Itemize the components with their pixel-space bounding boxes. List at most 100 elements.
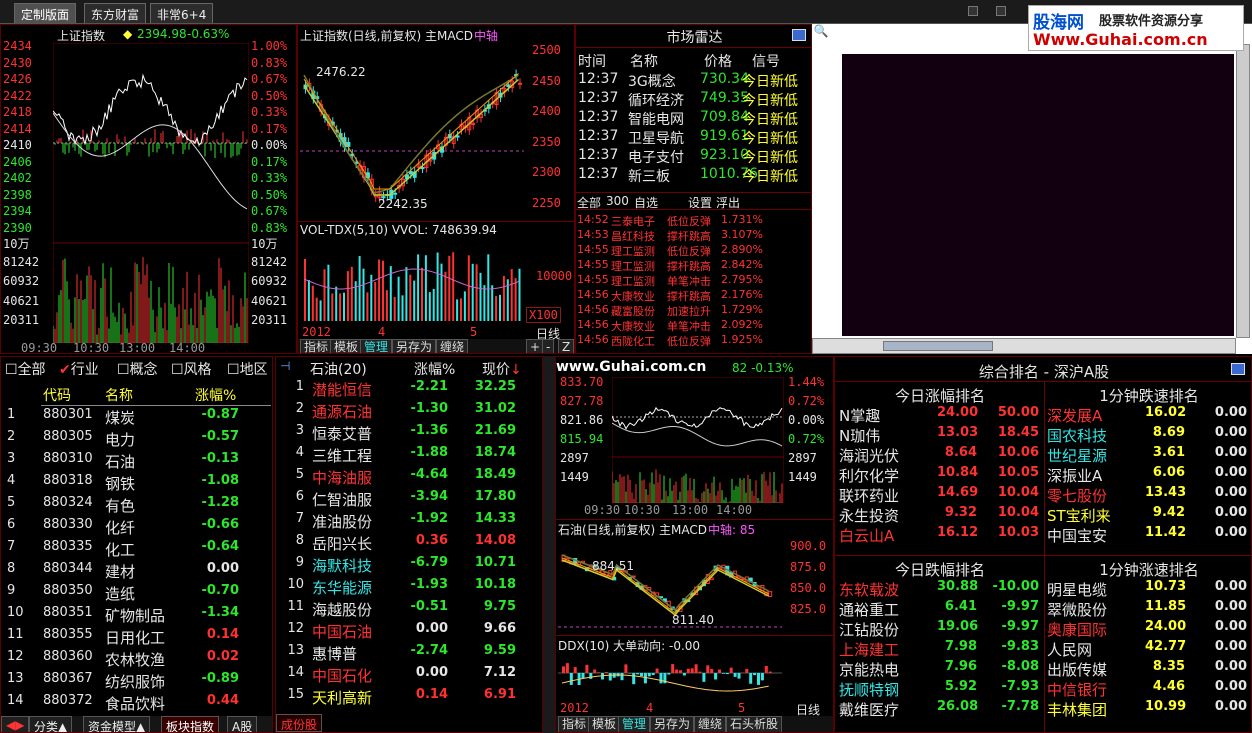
radar-row[interactable]: 12:37 循环经济 749.35 今日新低 [578, 90, 811, 109]
ranking-row[interactable]: ST宝利来 9.42 0.00 [1045, 505, 1251, 525]
ranking-row[interactable]: 白云山A 16.12 10.03 [837, 525, 1045, 545]
ranking-row[interactable]: 深振业A 6.06 0.00 [1045, 465, 1251, 485]
radar-row[interactable]: 12:37 电子支付 923.10 今日新低 [578, 147, 811, 166]
tool-indicator[interactable]: 指标 [300, 339, 333, 353]
ranking-row[interactable]: 深发展A 16.02 0.00 [1045, 405, 1251, 425]
tab-scroll-left[interactable]: ◀▶ [1, 716, 30, 732]
sector-row[interactable]: 7 880335 化工 -0.64 [1, 539, 272, 559]
tool-indicator[interactable]: 指标 [558, 716, 591, 732]
radar-btn-all[interactable]: 全部 [577, 194, 601, 211]
ranking-row[interactable]: 人民网 42.77 0.00 [1045, 639, 1251, 659]
sector-row[interactable]: 8 880344 建材 0.00 [1, 561, 272, 581]
window-control-icon[interactable] [996, 6, 1006, 16]
ranking-row[interactable]: 抚顺特钢 5.92 -7.93 [837, 679, 1045, 699]
ranking-row[interactable]: 翠微股份 11.85 0.00 [1045, 599, 1251, 619]
ranking-row[interactable]: 世纪星源 3.61 0.00 [1045, 445, 1251, 465]
stock-row[interactable]: 8 岳阳兴长 0.36 14.08 [276, 533, 542, 553]
sector-row[interactable]: 2 880305 电力 -0.57 [1, 429, 272, 449]
tool-template[interactable]: 模板 [330, 339, 363, 353]
tab-very-6-4[interactable]: 非常6+4 [150, 3, 214, 23]
radar-btn-settings[interactable]: 设置 [688, 194, 712, 211]
sector-row[interactable]: 9 880350 造纸 -0.70 [1, 583, 272, 603]
stock-row[interactable]: 3 恒泰艾普 -1.36 21.69 [276, 423, 542, 443]
ranking-row[interactable]: 永生投资 9.32 10.04 [837, 505, 1045, 525]
filter-all[interactable]: ☐全部 [5, 359, 46, 379]
ranking-row[interactable]: N珈伟 13.03 18.45 [837, 425, 1045, 445]
tool-wrap[interactable]: 缠绕 [694, 716, 727, 732]
ranking-row[interactable]: N掌趣 24.00 50.00 [837, 405, 1045, 425]
ranking-row[interactable]: 零七股份 13.43 0.00 [1045, 485, 1251, 505]
alert-row[interactable]: 14:56 藏富股份 加速拉升 1.729% [577, 303, 811, 318]
col-code[interactable]: 代码 [43, 385, 71, 405]
filter-style[interactable]: ☐风格 [171, 359, 212, 379]
ranking-row[interactable]: 利尔化学 10.84 10.05 [837, 465, 1045, 485]
pin-icon[interactable]: ⊣ [280, 359, 290, 373]
alert-row[interactable]: 14:56 西陇化工 低位反弹 1.925% [577, 333, 811, 348]
sector-row[interactable]: 4 880318 钢铁 -1.08 [1, 473, 272, 493]
stock-row[interactable]: 7 准油股份 -1.92 14.33 [276, 511, 542, 531]
ranking-row[interactable]: 丰林集团 10.99 0.00 [1045, 699, 1251, 719]
stock-row[interactable]: 14 中国石化 0.00 7.12 [276, 665, 542, 685]
filter-concept[interactable]: ☐概念 [117, 359, 158, 379]
zoom-z-button[interactable]: Z [558, 339, 574, 353]
ranking-row[interactable]: 奥康国际 24.00 0.00 [1045, 619, 1251, 639]
tool-saveas[interactable]: 另存为 [392, 339, 437, 353]
ranking-row[interactable]: 中信银行 4.46 0.00 [1045, 679, 1251, 699]
tab-eastmoney[interactable]: 东方财富 [84, 3, 147, 23]
tab-constituents[interactable]: 成份股 [276, 714, 323, 732]
stock-row[interactable]: 13 惠博普 -2.74 9.59 [276, 643, 542, 663]
sector-row[interactable]: 6 880330 化纤 -0.66 [1, 517, 272, 537]
radar-row[interactable]: 12:37 新三板 1010.76 今日新低 [578, 166, 811, 185]
radar-btn-300[interactable]: 300 [606, 194, 629, 208]
radar-settings-icon[interactable] [792, 29, 806, 41]
stock-row[interactable]: 6 仁智油服 -3.94 17.80 [276, 489, 542, 509]
tool-wrap[interactable]: 缠绕 [436, 339, 469, 353]
alert-row[interactable]: 14:52 三泰电子 低位反弹 1.731% [577, 213, 811, 228]
sector-row[interactable]: 13 880367 纺织服饰 -0.89 [1, 671, 272, 691]
alert-row[interactable]: 14:55 理工监测 撑杆跳高 2.842% [577, 258, 811, 273]
stock-row[interactable]: 12 中国石油 0.00 9.66 [276, 621, 542, 641]
ranking-row[interactable]: 上海建工 7.98 -9.83 [837, 639, 1045, 659]
stock-row[interactable]: 9 海默科技 -6.79 10.71 [276, 555, 542, 575]
tab-sector-index[interactable]: 板块指数 [161, 716, 220, 732]
radar-row[interactable]: 12:37 智能电网 709.84 今日新低 [578, 109, 811, 128]
alert-row[interactable]: 14:56 大康牧业 单笔冲击 2.092% [577, 318, 811, 333]
ranking-row[interactable]: 通裕重工 6.41 -9.97 [837, 599, 1045, 619]
tab-a-shares[interactable]: A股 [227, 716, 258, 732]
radar-row[interactable]: 12:37 3G概念 730.34 今日新低 [578, 71, 811, 90]
tab-custom-layout[interactable]: 定制版面 [14, 3, 77, 23]
scrollbar-thumb[interactable] [883, 341, 993, 351]
sector-row[interactable]: 14 880372 食品饮料 0.44 [1, 693, 272, 713]
ranking-row[interactable]: 出版传媒 8.35 0.00 [1045, 659, 1251, 679]
stock-row[interactable]: 2 通源石油 -1.30 31.02 [276, 401, 542, 421]
col-change[interactable]: 涨幅% [414, 359, 455, 379]
ranking-row[interactable]: 国农科技 8.69 0.00 [1045, 425, 1251, 445]
horizontal-scrollbar[interactable] [812, 338, 1236, 354]
radar-btn-watchlist[interactable]: 自选 [634, 194, 658, 211]
alert-row[interactable]: 14:55 理工监测 单笔冲击 2.795% [577, 273, 811, 288]
sector-row[interactable]: 11 880355 日用化工 0.14 [1, 627, 272, 647]
sector-row[interactable]: 1 880301 煤炭 -0.87 [1, 407, 272, 427]
ranking-row[interactable]: 海润光伏 8.64 10.06 [837, 445, 1045, 465]
tab-category[interactable]: 分类▲ [29, 716, 73, 732]
col-change[interactable]: 涨幅% [195, 385, 236, 405]
sector-row[interactable]: 10 880351 矿物制品 -1.34 [1, 605, 272, 625]
alert-row[interactable]: 14:53 昌红科技 撑杆跳高 3.107% [577, 228, 811, 243]
stock-row[interactable]: 11 海越股份 -0.51 9.75 [276, 599, 542, 619]
zoom-out-button[interactable]: - [542, 339, 555, 353]
ranking-row[interactable]: 明星电缆 10.73 0.00 [1045, 579, 1251, 599]
col-name[interactable]: 名称 [105, 385, 133, 405]
search-icon[interactable]: 🔍 [812, 24, 830, 42]
stock-row[interactable]: 10 东华能源 -1.93 10.18 [276, 577, 542, 597]
panel-scrollbar[interactable] [543, 356, 555, 733]
vertical-scrollbar[interactable] [1236, 44, 1250, 338]
stock-row[interactable]: 1 潜能恒信 -2.21 32.25 [276, 379, 542, 399]
radar-btn-float[interactable]: 浮出 [716, 194, 740, 211]
ranking-row[interactable]: 戴维医疗 26.08 -7.78 [837, 699, 1045, 719]
stock-row[interactable]: 15 天利高新 0.14 6.91 [276, 687, 542, 707]
stock-row[interactable]: 5 中海油服 -4.64 18.49 [276, 467, 542, 487]
window-control-icon[interactable] [968, 6, 978, 16]
sector-row[interactable]: 5 880324 有色 -1.28 [1, 495, 272, 515]
filter-industry[interactable]: ✔行业 [59, 359, 99, 379]
sector-row[interactable]: 3 880310 石油 -0.13 [1, 451, 272, 471]
